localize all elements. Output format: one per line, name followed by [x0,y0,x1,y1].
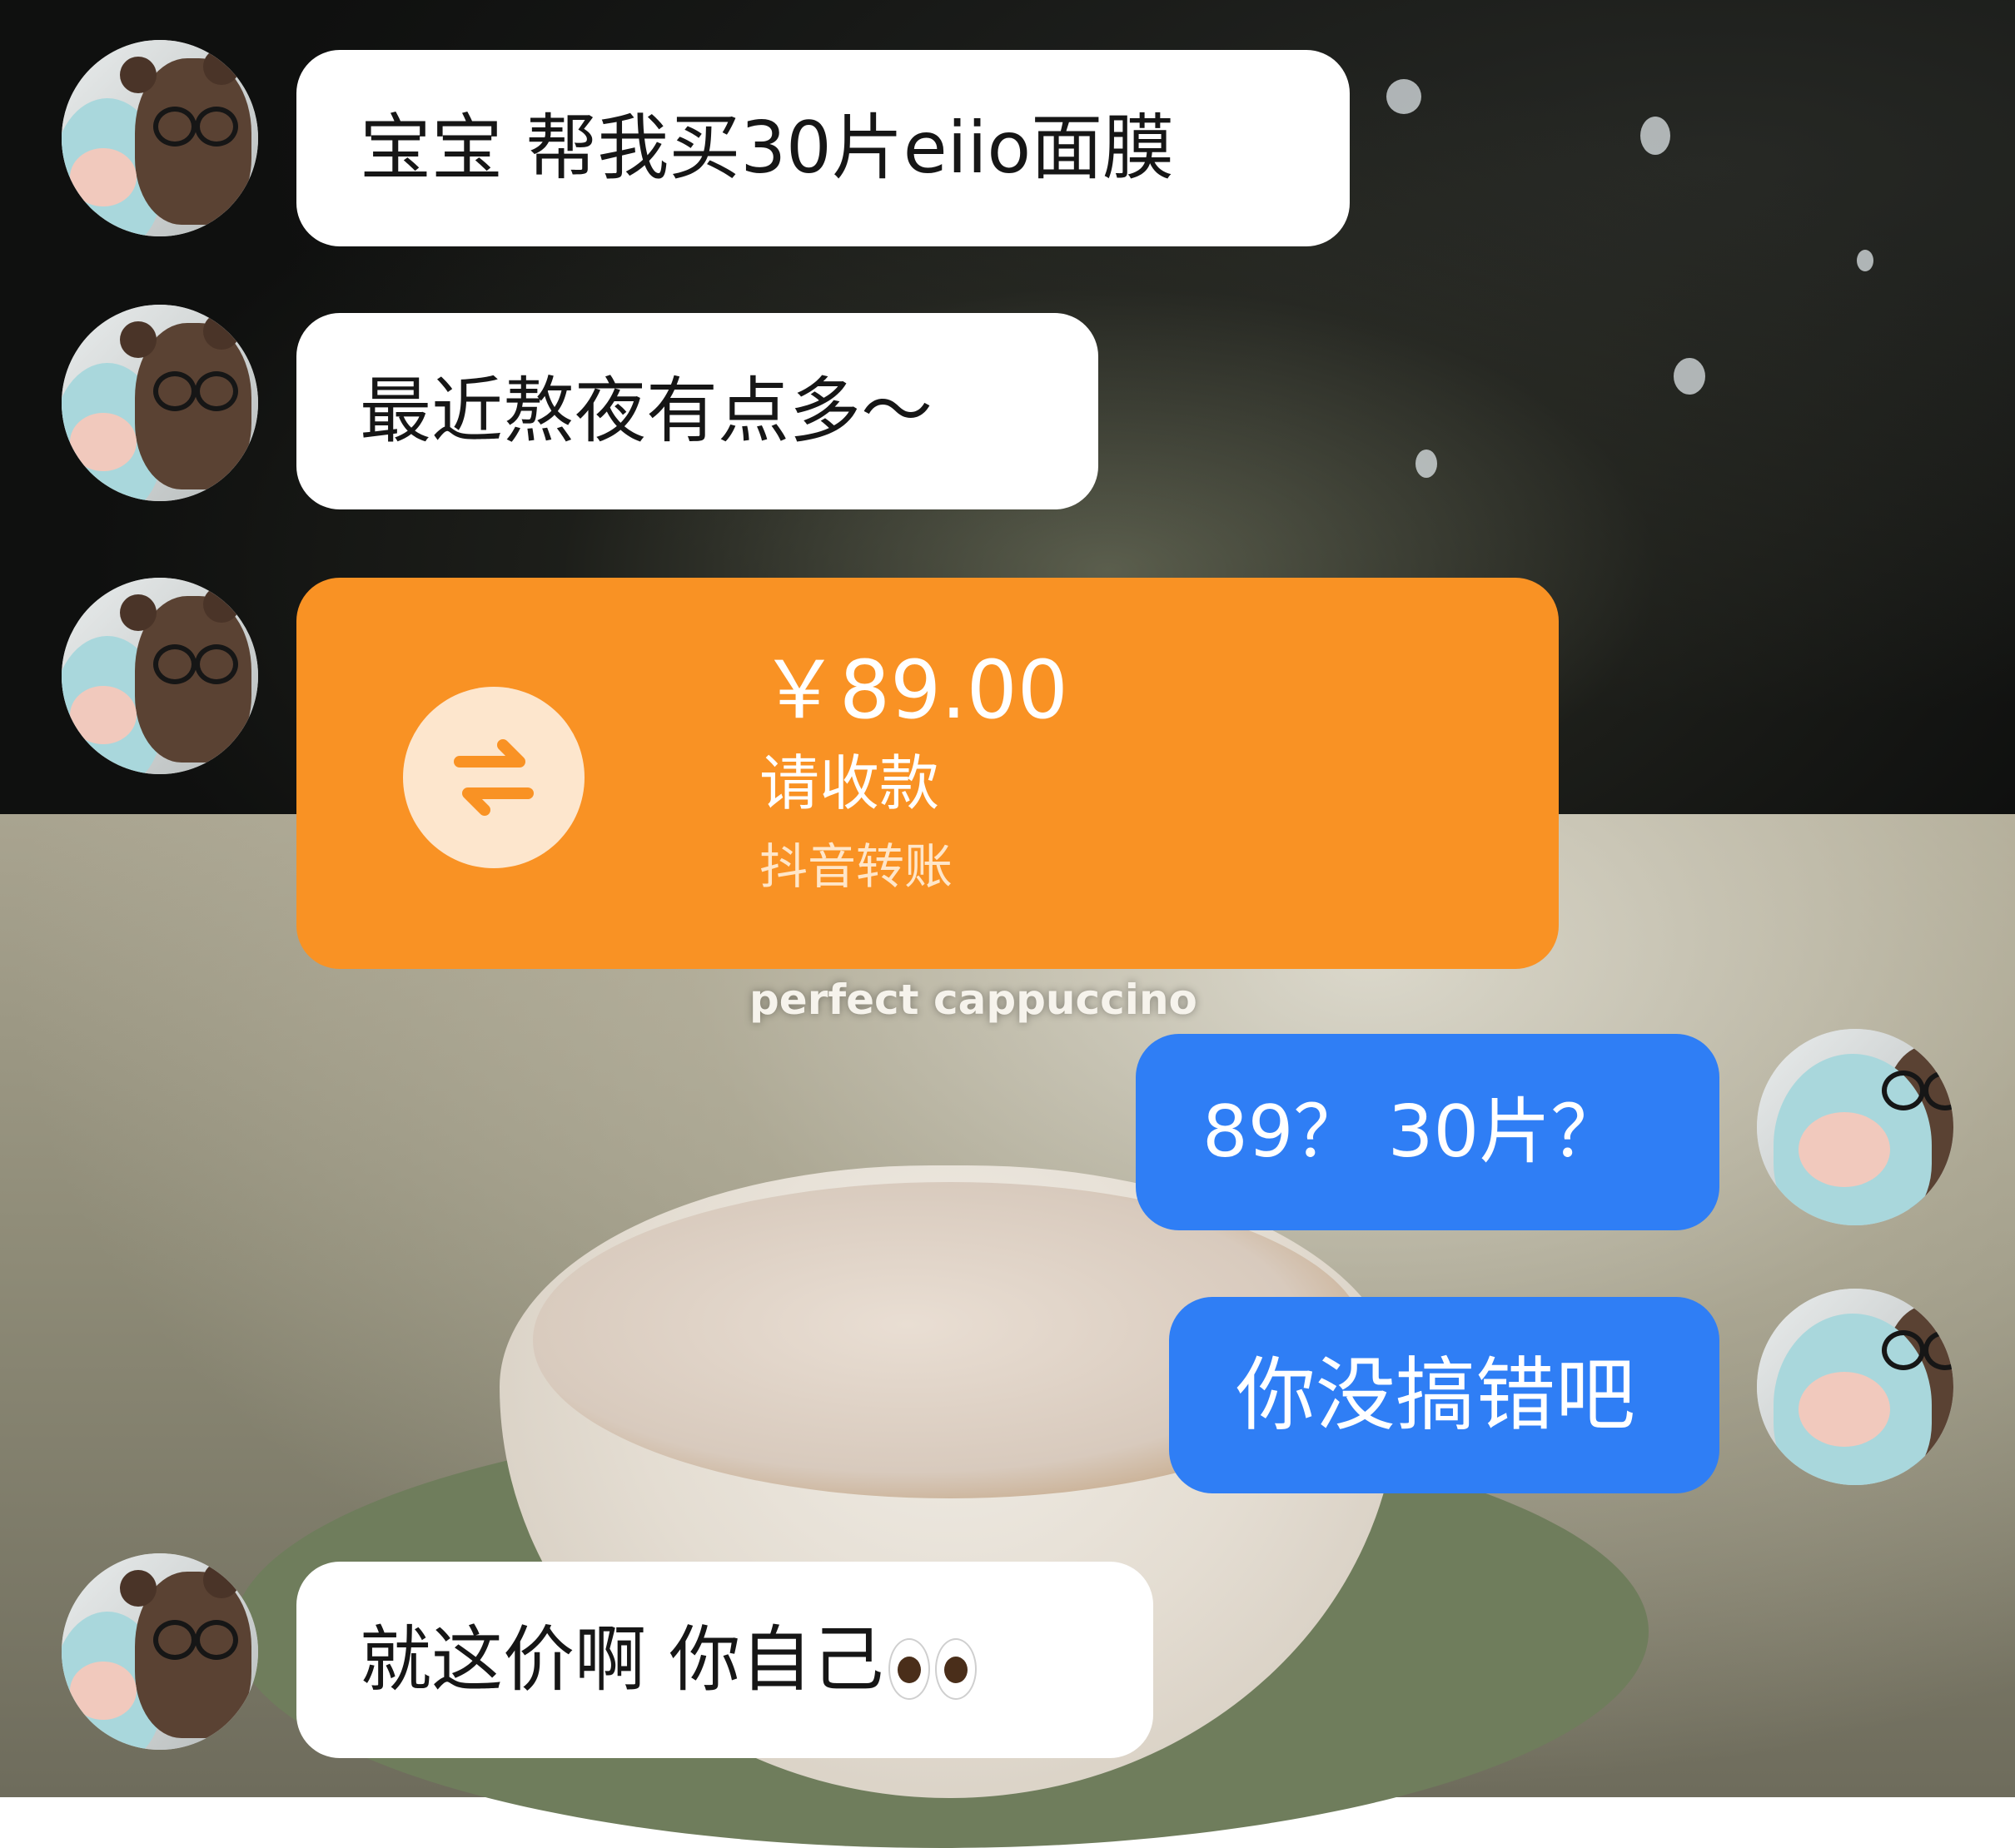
transfer-label: 抖音转账 [759,838,953,895]
message-text: 89？ 30片？ [1202,1090,1623,1174]
message-bubble[interactable]: 就这价啊 你自己 [296,1562,1153,1758]
message-bubble-self[interactable]: 89？ 30片？ [1136,1034,1719,1230]
transfer-amount: ￥89.00 [759,643,1068,737]
eyes-emoji [888,1567,982,1763]
message-text: 最近熬夜有点多～ [360,370,933,453]
transfer-card[interactable]: ￥89.00 请收款 抖音转账 [296,578,1559,969]
message-bubble[interactable]: 宝宝 帮我买30片eiio面膜 [296,50,1350,246]
message-bubble-self[interactable]: 你没搞错吧 [1169,1297,1719,1493]
background-caption: perfect cappuccino [749,976,1197,1024]
transfer-arrows-icon [403,687,585,868]
message-bubble[interactable]: 最近熬夜有点多～ [296,313,1098,509]
self-avatar[interactable] [1757,1029,1953,1225]
sender-avatar[interactable] [62,40,258,236]
self-avatar[interactable] [1757,1289,1953,1485]
transfer-status: 请收款 [759,748,940,818]
message-text: 宝宝 帮我买30片eiio面膜 [360,107,1175,190]
message-text: 就这价啊 你自己 [360,1618,884,1701]
sender-avatar[interactable] [62,578,258,774]
message-text: 你没搞错吧 [1236,1349,1635,1442]
sender-avatar[interactable] [62,305,258,501]
sender-avatar[interactable] [62,1553,258,1750]
